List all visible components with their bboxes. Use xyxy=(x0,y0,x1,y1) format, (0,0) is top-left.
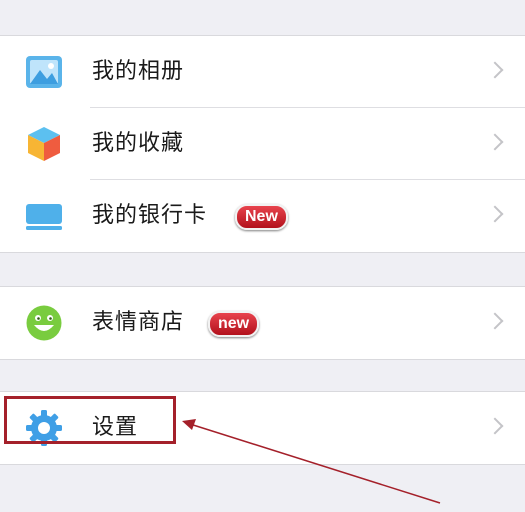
chevron-right-icon xyxy=(486,417,504,435)
smiley-face-icon xyxy=(26,305,62,341)
chevron-right-icon xyxy=(486,312,504,330)
favorites-cube-icon xyxy=(28,127,60,161)
row-label: 我的收藏 xyxy=(92,131,185,156)
bank-card-icon xyxy=(26,204,62,230)
menu-group-primary: 我的相册 我的收藏 我的银行卡 New xyxy=(0,35,525,253)
row-my-bank-card[interactable]: 我的银行卡 New xyxy=(0,180,525,252)
row-label: 我的银行卡 xyxy=(92,203,208,228)
menu-group-sticker: 表情商店 new xyxy=(0,286,525,360)
highlight-box xyxy=(4,396,176,444)
photo-album-icon xyxy=(26,56,62,88)
chevron-right-icon xyxy=(486,61,504,79)
row-label: 表情商店 xyxy=(92,310,185,335)
chevron-right-icon xyxy=(486,133,504,151)
new-badge: New xyxy=(235,204,288,230)
row-label: 我的相册 xyxy=(92,59,185,84)
row-my-favorites[interactable]: 我的收藏 xyxy=(0,108,525,180)
new-badge: new xyxy=(208,311,260,337)
row-my-album[interactable]: 我的相册 xyxy=(0,36,525,108)
row-sticker-store[interactable]: 表情商店 new xyxy=(0,287,525,359)
chevron-right-icon xyxy=(486,205,504,223)
